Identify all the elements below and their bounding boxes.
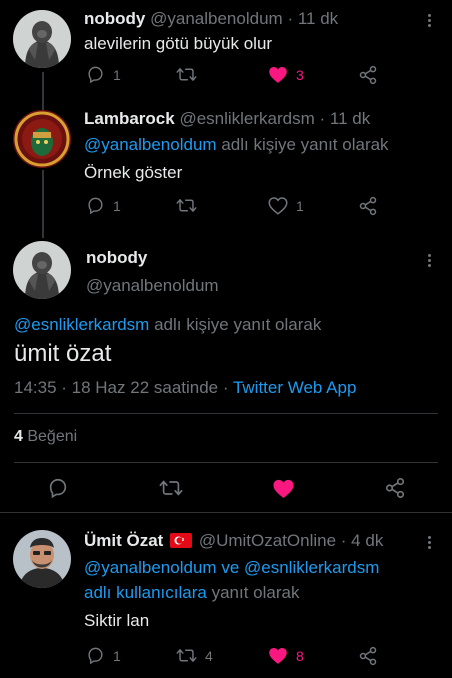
tweet-time[interactable]: · 11 dk: [320, 109, 371, 128]
reply-suffix: adlı kişiye yanıt olarak: [154, 315, 322, 334]
retweet-button[interactable]: [176, 196, 197, 215]
reply-icon: [88, 647, 103, 665]
like-button[interactable]: 3: [268, 65, 304, 84]
retweet-icon: [159, 480, 183, 496]
thread-line-2: [42, 170, 44, 238]
retweet-icon: [176, 649, 197, 662]
reply-mention-link[interactable]: @esnliklerkardsm: [244, 558, 379, 577]
share-button[interactable]: [358, 65, 378, 85]
like-count: 8: [296, 647, 304, 664]
tweet-text: ümit özat: [14, 340, 112, 367]
share-button[interactable]: [358, 646, 378, 666]
avatar[interactable]: [13, 10, 71, 68]
share-button[interactable]: [358, 196, 378, 216]
replying-to: @yanalbenoldum adlı kişiye yanıt olarak: [84, 135, 389, 155]
tweet-source-link[interactable]: Twitter Web App: [233, 378, 356, 397]
reply-connector: ve: [221, 558, 240, 577]
reply-button[interactable]: 1: [86, 646, 121, 665]
author-handle[interactable]: @yanalbenoldum: [150, 9, 283, 28]
reply-suffix: yanıt olarak: [211, 583, 300, 602]
heart-filled-icon: [269, 648, 287, 664]
retweet-count: 4: [205, 647, 213, 664]
retweet-icon: [176, 68, 197, 81]
reply-count: 1: [113, 647, 121, 664]
author-handle[interactable]: @UmitOzatOnline: [199, 531, 336, 550]
likes-summary[interactable]: 4 Beğeni: [14, 428, 77, 446]
tweet-text: Siktir lan: [84, 611, 150, 630]
reply-icon: [88, 66, 103, 84]
heart-filled-icon: [269, 67, 287, 83]
reply-button[interactable]: [47, 477, 69, 499]
share-icon: [385, 478, 405, 498]
like-total: 4: [14, 428, 23, 445]
author-name[interactable]: nobody: [86, 248, 147, 268]
share-button[interactable]: [384, 477, 406, 499]
divider: [14, 413, 438, 414]
more-options-icon[interactable]: [428, 534, 431, 551]
retweet-button[interactable]: 4: [176, 646, 213, 665]
like-button[interactable]: [272, 478, 295, 499]
like-button[interactable]: 1: [268, 196, 304, 215]
reply-mention-link[interactable]: @yanalbenoldum: [84, 558, 217, 577]
reply-button[interactable]: 1: [86, 196, 121, 215]
retweet-icon: [176, 199, 197, 212]
like-total-label: Beğeni: [27, 428, 78, 445]
tweet-time[interactable]: · 11 dk: [287, 9, 338, 28]
reply-count: 1: [113, 197, 121, 214]
avatar[interactable]: [13, 530, 71, 588]
avatar[interactable]: [13, 241, 71, 299]
share-icon: [359, 65, 377, 85]
reply-suffix: adlı kişiye yanıt olarak: [221, 135, 389, 154]
replying-to: @esnliklerkardsm adlı kişiye yanıt olara…: [14, 315, 321, 335]
more-options-icon[interactable]: [428, 12, 431, 29]
divider: [14, 462, 438, 463]
reply-button[interactable]: 1: [86, 65, 121, 84]
author-name[interactable]: Lambarock: [84, 109, 175, 128]
thread-line-1: [42, 72, 44, 110]
reply-mention-link[interactable]: @esnliklerkardsm: [14, 315, 149, 334]
divider: [0, 512, 452, 513]
reply-icon: [88, 197, 103, 215]
like-count: 1: [296, 197, 304, 214]
heart-filled-icon: [273, 479, 294, 499]
avatar[interactable]: [13, 110, 71, 168]
share-icon: [359, 646, 377, 666]
reply-mention-link[interactable]: @yanalbenoldum: [84, 135, 217, 154]
tweet-text: alevilerin götü büyük olur: [84, 34, 273, 53]
tweet-timestamp[interactable]: 14:35 · 18 Haz 22 saatinde ·: [14, 378, 229, 397]
author-name[interactable]: Ümit Özat: [84, 531, 163, 550]
more-options-icon[interactable]: [428, 252, 431, 269]
tweet-time[interactable]: · 4 dk: [341, 531, 384, 550]
retweet-button[interactable]: [159, 477, 183, 499]
author-handle[interactable]: @yanalbenoldum: [86, 276, 219, 296]
like-button[interactable]: 8: [268, 646, 304, 665]
replying-to: @yanalbenoldum ve @esnliklerkardsm: [84, 558, 379, 578]
tweet-text: Örnek göster: [84, 163, 183, 182]
author-name[interactable]: nobody: [84, 9, 145, 28]
reply-count: 1: [113, 66, 121, 83]
author-handle[interactable]: @esnliklerkardsm: [179, 109, 314, 128]
reply-users-link[interactable]: adlı kullanıcılara: [84, 583, 207, 602]
like-count: 3: [296, 66, 304, 83]
reply-icon: [49, 478, 67, 499]
flag-icon: [170, 533, 193, 548]
retweet-button[interactable]: [176, 65, 197, 84]
heart-icon: [268, 197, 288, 215]
share-icon: [359, 196, 377, 216]
